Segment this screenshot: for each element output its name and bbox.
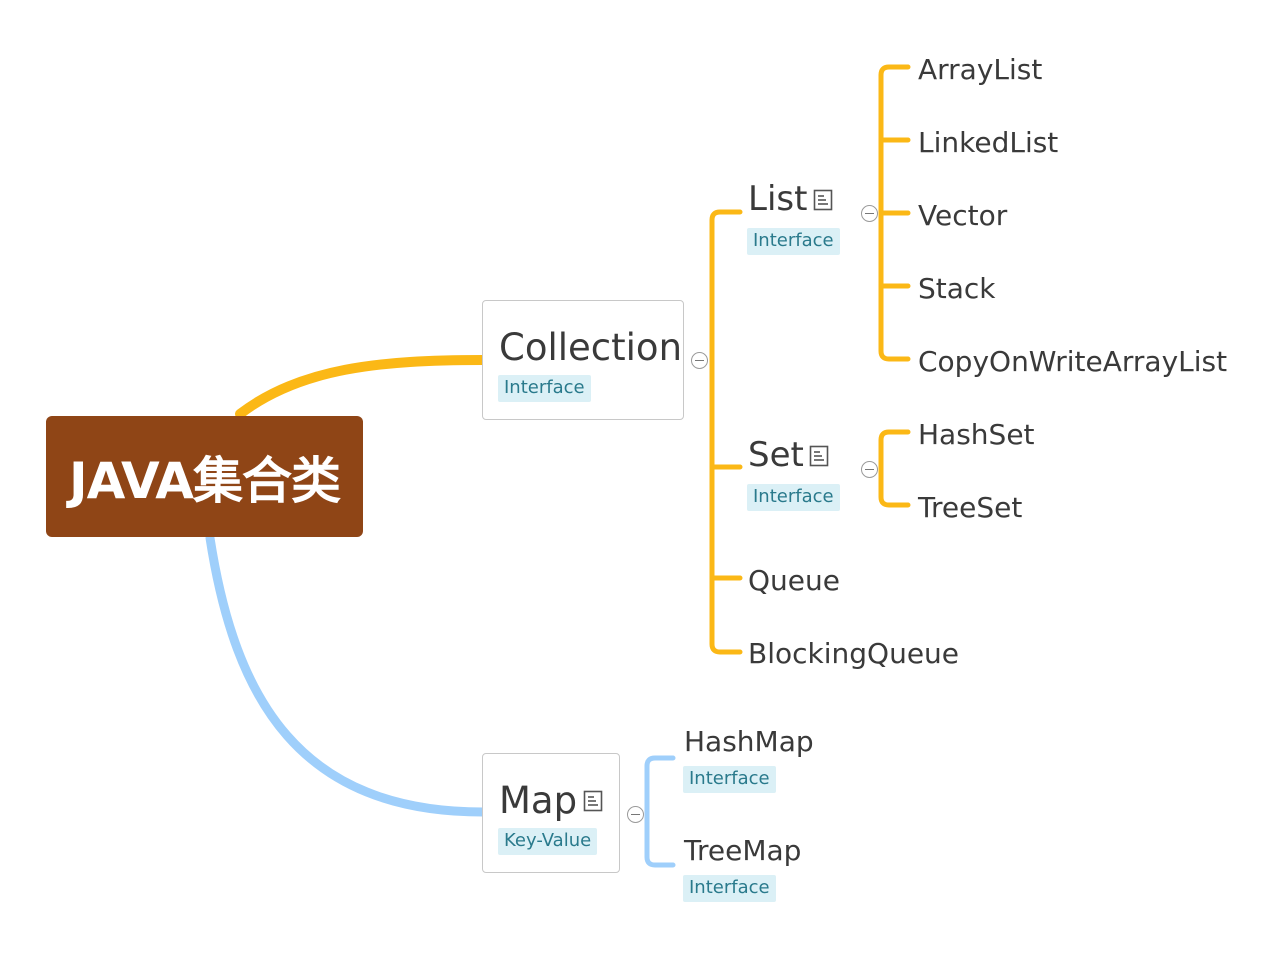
queue-topic[interactable]: Queue (748, 567, 840, 595)
set-label: Interface (747, 484, 840, 511)
list-item[interactable]: CopyOnWriteArrayList (918, 348, 1227, 376)
set-item[interactable]: HashSet (918, 421, 1035, 449)
map-title: Map (499, 779, 578, 822)
collection-children-bracket (709, 209, 743, 655)
map-branch-line (205, 533, 488, 817)
set-title[interactable]: Set (748, 438, 804, 472)
collapse-map-icon[interactable] (627, 806, 644, 823)
collection-title: Collection (499, 326, 683, 369)
root-topic[interactable]: JAVA集合类 (46, 416, 363, 537)
list-item[interactable]: ArrayList (918, 56, 1042, 84)
treemap-label: Interface (683, 875, 776, 902)
hashmap-topic[interactable]: HashMap (684, 728, 814, 756)
root-title: JAVA集合类 (69, 451, 341, 510)
set-item[interactable]: TreeSet (918, 494, 1022, 522)
note-icon[interactable] (583, 790, 603, 812)
note-icon[interactable] (813, 189, 833, 211)
hashmap-label: Interface (683, 766, 776, 793)
list-title[interactable]: List (748, 182, 807, 216)
list-label: Interface (747, 228, 840, 255)
list-item[interactable]: Stack (918, 275, 996, 303)
treemap-topic[interactable]: TreeMap (684, 837, 801, 865)
list-item[interactable]: Vector (918, 202, 1007, 230)
blocking-queue-topic[interactable]: BlockingQueue (748, 640, 959, 668)
map-children-bracket (644, 755, 676, 868)
collection-branch-line (235, 355, 488, 419)
collapse-list-icon[interactable] (861, 205, 878, 222)
collapse-set-icon[interactable] (861, 461, 878, 478)
set-children-bracket (878, 429, 911, 508)
list-children-bracket (878, 64, 911, 362)
collection-label: Interface (498, 375, 591, 402)
note-icon[interactable] (809, 445, 829, 467)
collapse-collection-icon[interactable] (691, 352, 708, 369)
list-item[interactable]: LinkedList (918, 129, 1058, 157)
map-label: Key-Value (498, 828, 598, 855)
